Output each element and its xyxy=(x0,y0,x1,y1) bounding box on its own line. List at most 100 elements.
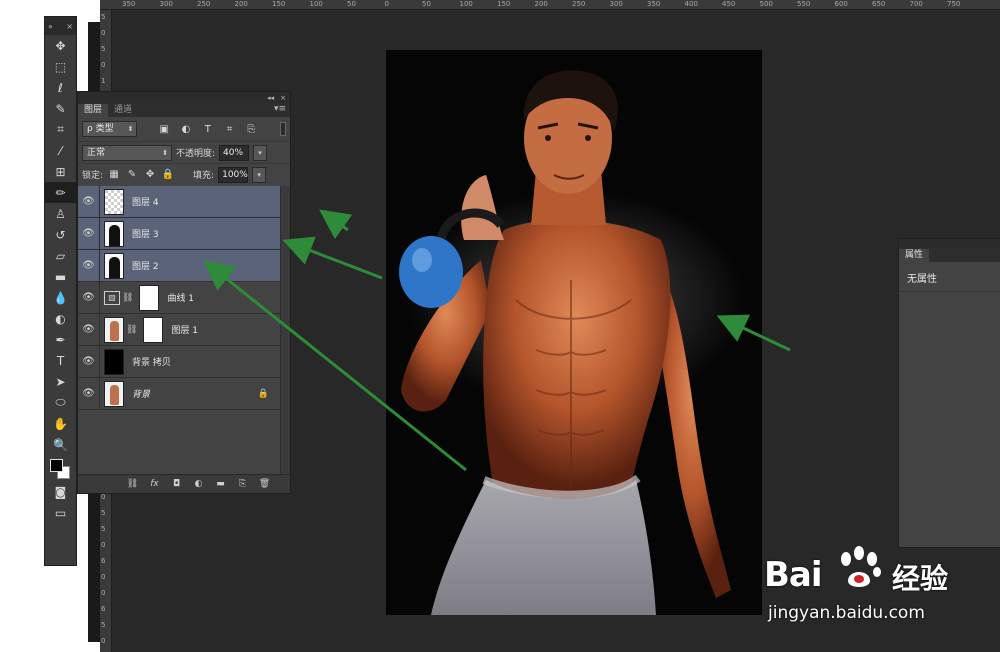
add-mask-icon[interactable]: ◘ xyxy=(169,477,184,491)
history-brush-tool[interactable]: ↺ xyxy=(45,224,76,245)
layer-name[interactable]: 图层 1 xyxy=(171,323,198,336)
eyedropper-tool[interactable]: ⁄ xyxy=(45,140,76,161)
tab-layers[interactable]: 图层 xyxy=(78,104,109,117)
layer-style-icon[interactable]: fx xyxy=(147,477,162,491)
blur-tool[interactable]: 💧 xyxy=(45,287,76,308)
layer-name[interactable]: 图层 4 xyxy=(132,195,159,208)
layer-row[interactable]: 👁 图层 2 xyxy=(78,249,281,282)
watermark-url: jingyan.baidu.com xyxy=(768,603,925,623)
marquee-tool[interactable]: ⬚ xyxy=(45,56,76,77)
new-layer-icon[interactable]: ⎘ xyxy=(235,477,250,491)
layer-row[interactable]: 👁 背景 🔒 xyxy=(78,377,281,410)
foreground-color[interactable] xyxy=(50,459,63,472)
dodge-tool[interactable]: ◐ xyxy=(45,308,76,329)
document-canvas[interactable] xyxy=(386,50,762,615)
layer-thumbnail[interactable] xyxy=(104,316,124,343)
tab-channels[interactable]: 通道 xyxy=(108,104,138,117)
lock-position-icon[interactable]: ✥ xyxy=(143,168,157,182)
tools-panel-header[interactable]: » × xyxy=(45,17,76,35)
adjustment-layer-icon[interactable]: ◐ xyxy=(191,477,206,491)
close-icon[interactable]: × xyxy=(66,22,73,31)
fill-input[interactable]: 100% xyxy=(218,166,249,183)
filter-adjustment-icon[interactable]: ◐ xyxy=(177,121,195,137)
zoom-icon: 🔍 xyxy=(53,437,68,452)
filter-toggle[interactable] xyxy=(280,122,287,136)
layers-panel-header[interactable]: ◂◂ × xyxy=(78,92,290,103)
ellipse-tool[interactable]: ⬭ xyxy=(45,392,76,413)
visibility-eye-icon[interactable]: 👁 xyxy=(78,345,100,378)
clone-stamp-tool[interactable]: ♙ xyxy=(45,203,76,224)
path-select-tool[interactable]: ➤ xyxy=(45,371,76,392)
layer-thumbnail[interactable] xyxy=(104,348,124,375)
visibility-eye-icon[interactable]: 👁 xyxy=(78,313,100,346)
mask-link-icon[interactable]: ⛓ xyxy=(126,325,137,335)
pen-tool[interactable]: ✒ xyxy=(45,329,76,350)
layer-thumbnail[interactable] xyxy=(104,220,124,247)
opacity-input[interactable]: 40% xyxy=(219,144,250,161)
visibility-eye-icon[interactable]: 👁 xyxy=(78,185,100,218)
quick-select-tool[interactable]: ✎ xyxy=(45,98,76,119)
collapse-icon[interactable]: » xyxy=(48,22,53,31)
layer-name[interactable]: 图层 2 xyxy=(132,259,159,272)
ruler-tick-label: 0 xyxy=(101,29,106,37)
layer-row[interactable]: 👁 ▨ ⛓ 曲线 1 xyxy=(78,281,281,314)
crop-tool[interactable]: ⌗ xyxy=(45,119,76,140)
opacity-dropdown-icon[interactable]: ▾ xyxy=(253,144,268,161)
layer-name[interactable]: 曲线 1 xyxy=(167,291,194,304)
layer-mask-thumbnail[interactable] xyxy=(139,284,160,311)
layer-thumbnail[interactable] xyxy=(104,252,124,279)
panel-menu-icon[interactable]: ▾≡ xyxy=(274,104,286,114)
layer-name[interactable]: 背景 拷贝 xyxy=(132,355,171,368)
filter-type-dropdown[interactable]: ρ 类型 ⬍ xyxy=(82,121,138,137)
properties-panel-header[interactable] xyxy=(899,239,1000,248)
ruler-top[interactable]: 350 300 250 200 150 100 50 0 50 100 150 200 250 300 35… xyxy=(100,0,1000,10)
lasso-tool[interactable]: ℓ xyxy=(45,77,76,98)
zoom-tool[interactable]: 🔍 xyxy=(45,434,76,455)
layer-row[interactable]: 👁 背景 拷贝 xyxy=(78,345,281,378)
delete-layer-icon[interactable]: 🗑 xyxy=(257,477,272,491)
brush-tool[interactable]: ✏ xyxy=(45,182,76,203)
mask-link-icon[interactable]: ⛓ xyxy=(122,293,133,303)
layers-scrollbar[interactable] xyxy=(280,186,290,476)
layer-row[interactable]: 👁 图层 3 xyxy=(78,217,281,250)
layer-row[interactable]: 👁 ⛓ 图层 1 xyxy=(78,313,281,346)
ruler-tick-label: 0 xyxy=(101,61,106,69)
layer-name[interactable]: 图层 3 xyxy=(132,227,159,240)
fill-dropdown-icon[interactable]: ▾ xyxy=(252,166,267,183)
type-tool[interactable]: T xyxy=(45,350,76,371)
quick-mask-button[interactable]: ◙ xyxy=(45,481,76,502)
layer-thumbnail[interactable] xyxy=(104,380,124,407)
close-icon[interactable]: × xyxy=(280,94,286,102)
ruler-tick-label: 5 xyxy=(101,509,106,517)
visibility-eye-icon[interactable]: 👁 xyxy=(78,217,100,250)
filter-shape-icon[interactable]: ⌗ xyxy=(221,121,239,137)
eraser-tool[interactable]: ▱ xyxy=(45,245,76,266)
visibility-eye-icon[interactable]: 👁 xyxy=(78,249,100,282)
gradient-tool[interactable]: ▬ xyxy=(45,266,76,287)
screen-mode-button[interactable]: ▭ xyxy=(45,502,76,523)
healing-brush-icon: ⊞ xyxy=(55,164,66,179)
layer-thumbnail[interactable] xyxy=(104,188,124,215)
filter-pixel-icon[interactable]: ▣ xyxy=(155,121,173,137)
fill-label: 填充: xyxy=(193,171,215,181)
collapse-icon[interactable]: ◂◂ xyxy=(267,94,274,102)
lock-all-icon[interactable]: 🔒 xyxy=(161,168,175,182)
visibility-eye-icon[interactable]: 👁 xyxy=(78,377,100,410)
blend-mode-dropdown[interactable]: 正常 ⬍ xyxy=(82,144,172,161)
link-layers-icon[interactable]: ⛓ xyxy=(125,477,140,491)
lock-pixels-icon[interactable]: ✎ xyxy=(125,168,139,182)
healing-brush-tool[interactable]: ⊞ xyxy=(45,161,76,182)
visibility-eye-icon[interactable]: 👁 xyxy=(78,281,100,314)
move-tool[interactable]: ✥ xyxy=(45,35,76,56)
filter-smart-object-icon[interactable]: ⎘ xyxy=(242,121,260,137)
new-group-icon[interactable]: ▬ xyxy=(213,477,228,491)
layer-row[interactable]: 👁 图层 4 xyxy=(78,185,281,218)
color-swatch[interactable] xyxy=(45,455,76,481)
lock-transparent-icon[interactable]: ▦ xyxy=(107,168,121,182)
filter-type-icon[interactable]: T xyxy=(199,121,217,137)
tab-properties[interactable]: 属性 xyxy=(899,249,930,262)
hand-tool[interactable]: ✋ xyxy=(45,413,76,434)
layer-mask-thumbnail[interactable] xyxy=(143,316,164,343)
layer-name[interactable]: 背景 xyxy=(132,387,150,400)
curves-adjustment-icon[interactable]: ▨ xyxy=(104,290,120,305)
